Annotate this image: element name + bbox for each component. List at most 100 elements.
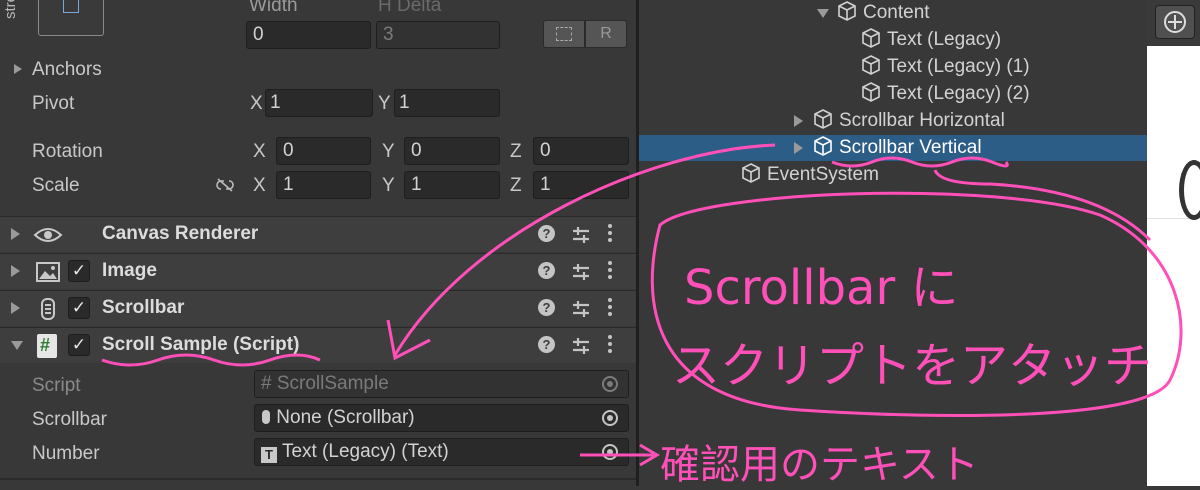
move-tool-button[interactable] — [1155, 5, 1195, 39]
number-field-label: Number — [32, 443, 100, 464]
component-title: Scrollbar — [102, 297, 185, 318]
kebab-menu-icon[interactable] — [607, 261, 613, 283]
hierarchy-item-scrollbar-horizontal[interactable]: Scrollbar Horizontal — [813, 109, 1005, 133]
scale-z-field[interactable]: 1 — [533, 171, 629, 199]
pivot-y-field[interactable]: 1 — [394, 89, 500, 117]
script-value: ScrollSample — [276, 373, 389, 394]
anchor-preset-box[interactable] — [38, 0, 104, 36]
object-picker-icon[interactable] — [602, 410, 618, 426]
scale-y-label[interactable]: Y — [382, 174, 395, 198]
component-title: Scroll Sample (Script) — [102, 334, 300, 355]
gameobject-icon — [814, 109, 832, 129]
script-field: # ScrollSample — [254, 370, 629, 398]
dotted-rect-icon — [556, 27, 572, 41]
raw-edit-button[interactable]: R — [585, 20, 627, 48]
presets-icon[interactable] — [571, 225, 591, 251]
scale-y-field[interactable]: 1 — [404, 171, 500, 199]
width-field[interactable]: 0 — [246, 21, 371, 49]
enabled-checkbox[interactable]: ✓ — [68, 297, 90, 319]
scrollbar-field-label: Scrollbar — [32, 409, 107, 430]
foldout-arrow[interactable] — [11, 228, 20, 240]
component-title: Image — [102, 260, 157, 281]
help-icon[interactable]: ? — [538, 262, 555, 279]
annotation-line-2: スクリプトをアタッチ — [672, 338, 1153, 394]
help-icon[interactable]: ? — [538, 225, 555, 242]
component-header-image[interactable]: ✓ Image ? — [0, 253, 637, 289]
kebab-menu-icon[interactable] — [607, 335, 613, 357]
object-picker-icon[interactable] — [602, 444, 618, 460]
rotation-label: Rotation — [32, 141, 103, 162]
component-title: Canvas Renderer — [102, 223, 259, 244]
component-header-scrollbar[interactable]: ✓ Scrollbar ? — [0, 290, 637, 326]
hierarchy-item-event-system[interactable]: EventSystem — [741, 163, 879, 187]
presets-icon[interactable] — [571, 299, 591, 325]
rotation-z-label[interactable]: Z — [510, 140, 522, 164]
pivot-y-label[interactable]: Y — [378, 92, 391, 116]
scrollbar-object-field[interactable]: None (Scrollbar) — [254, 404, 629, 432]
scene-partial-glyph — [1179, 160, 1200, 220]
foldout-arrow[interactable] — [11, 302, 20, 314]
hierarchy-item-text-legacy[interactable]: Text (Legacy) — [861, 28, 1001, 52]
scrollbar-type-icon — [262, 410, 270, 424]
scale-x-label[interactable]: X — [253, 174, 266, 198]
eye-icon — [33, 225, 63, 251]
help-icon[interactable]: ? — [538, 336, 555, 353]
move-tool-icon — [1164, 11, 1186, 33]
rotation-x-field[interactable]: 0 — [276, 137, 371, 165]
hierarchy-item-text-legacy-2[interactable]: Text (Legacy) (2) — [861, 82, 1030, 106]
hierarchy-item-label: Text (Legacy) — [887, 29, 1002, 50]
script-icon: # — [37, 334, 57, 358]
scale-z-label[interactable]: Z — [510, 174, 522, 198]
anchors-foldout-arrow[interactable] — [14, 64, 22, 74]
content-foldout-arrow[interactable] — [817, 9, 829, 18]
unlinked-scale-icon[interactable] — [214, 176, 236, 194]
width-label: Width — [249, 0, 298, 16]
scrollbar-vertical-foldout-arrow[interactable] — [794, 142, 803, 154]
gameobject-icon — [814, 136, 832, 156]
anchor-preset-icon — [63, 0, 79, 13]
h-delta-label: H Delta — [378, 0, 442, 16]
stretch-label: stre — [2, 0, 19, 20]
hierarchy-item-label: Content — [863, 2, 930, 23]
h-delta-field[interactable]: 3 — [376, 21, 500, 49]
rotation-y-label[interactable]: Y — [382, 140, 395, 164]
hierarchy-item-label: Scrollbar Vertical — [839, 137, 982, 158]
hierarchy-item-content[interactable]: Content — [837, 1, 930, 25]
foldout-arrow[interactable] — [11, 265, 20, 277]
component-header-canvas-renderer[interactable]: Canvas Renderer ? — [0, 216, 637, 252]
kebab-menu-icon[interactable] — [607, 224, 613, 246]
number-field-value: Text (Legacy) (Text) — [281, 441, 449, 462]
pivot-x-field[interactable]: 1 — [265, 89, 373, 117]
kebab-menu-icon[interactable] — [607, 298, 613, 320]
gameobject-icon — [862, 55, 880, 75]
blueprint-mode-button[interactable] — [543, 20, 585, 48]
hierarchy-item-text-legacy-1[interactable]: Text (Legacy) (1) — [861, 55, 1030, 79]
anchors-label[interactable]: Anchors — [32, 58, 102, 82]
foldout-arrow[interactable] — [11, 341, 23, 350]
object-picker-icon — [602, 376, 618, 392]
enabled-checkbox[interactable]: ✓ — [68, 334, 90, 356]
rotation-y-field[interactable]: 0 — [404, 137, 500, 165]
scrollbar-icon — [41, 298, 55, 326]
presets-icon[interactable] — [571, 262, 591, 288]
rotation-x-label[interactable]: X — [253, 140, 266, 164]
enabled-checkbox[interactable]: ✓ — [68, 260, 90, 282]
annotation-note: 確認用のテキスト — [660, 442, 979, 488]
help-icon[interactable]: ? — [538, 299, 555, 316]
rotation-z-field[interactable]: 0 — [533, 137, 629, 165]
hierarchy-item-label: Text (Legacy) (2) — [887, 83, 1030, 104]
presets-icon[interactable] — [571, 336, 591, 362]
anchor-preset-widget[interactable]: stre — [2, 0, 104, 36]
hierarchy-item-scrollbar-vertical[interactable]: Scrollbar Vertical — [813, 136, 982, 160]
component-header-scroll-sample[interactable]: # ✓ Scroll Sample (Script) ? — [0, 327, 637, 363]
gameobject-icon — [862, 82, 880, 102]
number-object-field[interactable]: T Text (Legacy) (Text) — [254, 438, 629, 466]
hierarchy-item-label: EventSystem — [767, 164, 879, 185]
bottom-separator — [0, 478, 637, 480]
pivot-x-label[interactable]: X — [250, 92, 263, 116]
scrollbar-horizontal-foldout-arrow[interactable] — [794, 115, 803, 127]
inspector-panel: stre Width H Delta 0 3 R Anchors Pivot X… — [0, 0, 637, 486]
image-icon — [36, 262, 60, 288]
scale-x-field[interactable]: 1 — [276, 171, 371, 199]
gameobject-icon — [862, 28, 880, 48]
